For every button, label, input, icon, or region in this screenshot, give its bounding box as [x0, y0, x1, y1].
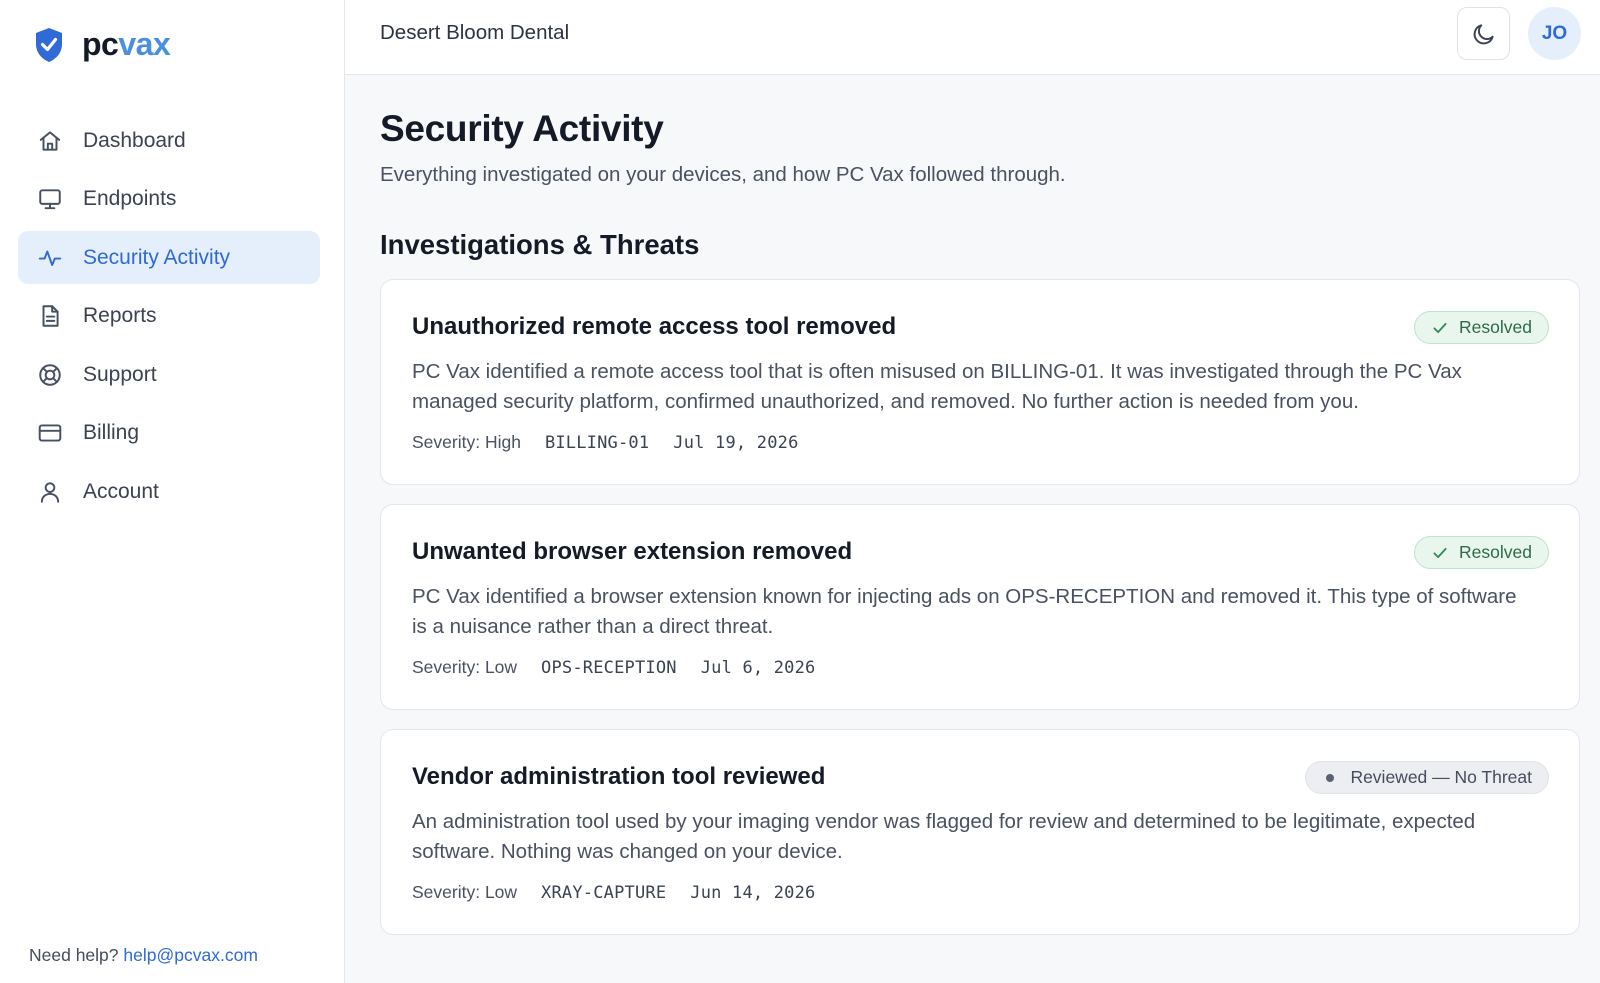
event-date: Jun 14, 2026 — [690, 882, 816, 903]
credit-card-icon — [36, 419, 64, 447]
page-subtitle: Everything investigated on your devices,… — [380, 163, 1066, 186]
sidebar-item-billing[interactable]: Billing — [18, 407, 320, 460]
status-badge: Resolved — [1414, 311, 1549, 344]
activity-card[interactable]: Unwanted browser extension removed Resol… — [380, 504, 1580, 710]
device-name: BILLING-01 — [544, 432, 650, 453]
shield-check-icon — [36, 27, 62, 62]
device-name: OPS-RECEPTION — [541, 657, 677, 678]
document-icon — [36, 302, 64, 330]
severity-label: Severity: High — [412, 432, 521, 452]
card-meta: Severity: Low OPS-RECEPTION Jul 6, 2026 — [412, 657, 816, 678]
help-email-link[interactable]: help@pcvax.com — [123, 945, 258, 965]
activity-icon — [36, 244, 64, 272]
monitor-icon — [36, 185, 64, 213]
logo-wordmark: pcvax — [82, 26, 171, 63]
card-meta: Severity: Low XRAY-CAPTURE Jun 14, 2026 — [412, 882, 815, 903]
logo-vax: vax — [118, 26, 171, 62]
top-bar: Desert Bloom Dental JO — [345, 0, 1600, 75]
sidebar-item-label: Account — [83, 479, 159, 503]
sidebar-item-reports[interactable]: Reports — [18, 290, 320, 343]
sidebar-item-account[interactable]: Account — [18, 465, 320, 518]
status-label: Resolved — [1459, 542, 1532, 562]
sidebar-item-support[interactable]: Support — [18, 348, 320, 401]
card-title: Unwanted browser extension removed — [412, 538, 853, 565]
user-avatar[interactable]: JO — [1528, 7, 1581, 60]
theme-toggle-button[interactable] — [1457, 7, 1510, 60]
event-date: Jul 6, 2026 — [700, 657, 816, 678]
status-label: Resolved — [1459, 317, 1532, 337]
event-date: Jul 19, 2026 — [673, 432, 799, 453]
user-icon — [36, 478, 64, 506]
page-title: Security Activity — [380, 108, 664, 149]
home-icon — [36, 127, 64, 155]
status-dot-icon — [1326, 773, 1335, 782]
status-badge: Resolved — [1414, 536, 1549, 569]
card-title: Vendor administration tool reviewed — [412, 763, 826, 790]
sidebar-item-dashboard[interactable]: Dashboard — [18, 114, 320, 167]
severity-label: Severity: Low — [412, 657, 518, 677]
sidebar-nav: Dashboard Endpoints Security Activity Re… — [18, 114, 320, 524]
activity-card[interactable]: Unauthorized remote access tool removed … — [380, 279, 1580, 485]
status-badge: Reviewed — No Threat — [1305, 761, 1549, 794]
section-title: Investigations & Threats — [380, 229, 700, 260]
moon-icon — [1473, 23, 1494, 44]
sidebar-item-endpoints[interactable]: Endpoints — [18, 173, 320, 226]
card-title: Unauthorized remote access tool removed — [412, 313, 897, 340]
check-icon — [1433, 322, 1447, 333]
sidebar-item-label: Security Activity — [83, 245, 231, 269]
card-description: An administration tool used by your imag… — [412, 810, 1476, 863]
organization-name: Desert Bloom Dental — [380, 21, 570, 44]
logo[interactable]: pcvax — [34, 26, 171, 63]
sidebar-item-security-activity[interactable]: Security Activity — [18, 231, 320, 284]
sidebar: pcvax Dashboard Endpoints Security Activ… — [0, 0, 345, 983]
lifebuoy-icon — [36, 361, 64, 389]
sidebar-item-label: Billing — [83, 421, 140, 444]
device-name: XRAY-CAPTURE — [541, 882, 667, 903]
sidebar-item-label: Endpoints — [83, 187, 177, 210]
card-meta: Severity: High BILLING-01 Jul 19, 2026 — [412, 432, 799, 453]
severity-label: Severity: Low — [412, 882, 518, 902]
status-label: Reviewed — No Threat — [1350, 767, 1532, 787]
activity-card[interactable]: Vendor administration tool reviewed Revi… — [380, 729, 1580, 935]
help-prefix: Need help? — [29, 945, 119, 965]
sidebar-item-label: Support — [83, 362, 157, 386]
sidebar-item-label: Dashboard — [83, 128, 186, 152]
card-description: PC Vax identified a remote access tool t… — [412, 360, 1462, 413]
logo-pc: pc — [82, 26, 119, 62]
check-icon — [1433, 547, 1447, 558]
sidebar-item-label: Reports — [83, 304, 157, 327]
card-description: PC Vax identified a browser extension kn… — [412, 585, 1517, 638]
help-text: Need help? help@pcvax.com — [29, 945, 258, 966]
